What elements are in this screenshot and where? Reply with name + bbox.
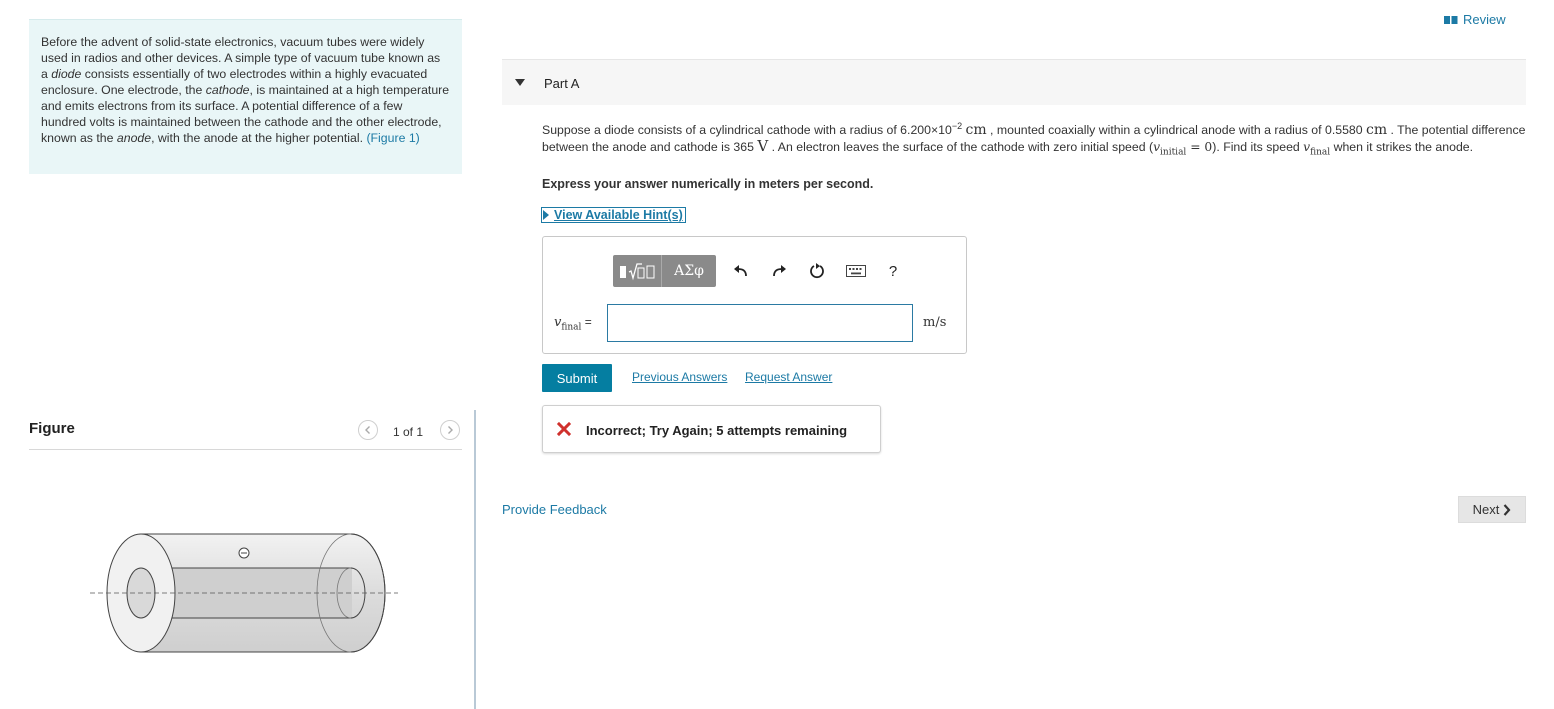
- book-icon: [1444, 15, 1458, 24]
- question-text: Suppose a diode consists of a cylindrica…: [542, 121, 1526, 158]
- reset-icon: [810, 263, 824, 279]
- chevron-right-icon: [1504, 503, 1511, 516]
- part-a-header[interactable]: Part A: [502, 59, 1526, 105]
- feedback-text: Incorrect; Try Again; 5 attempts remaini…: [586, 423, 848, 438]
- help-button[interactable]: ?: [883, 261, 903, 281]
- x-mark-icon: [557, 422, 571, 436]
- redo-icon: [773, 265, 786, 277]
- redo-button[interactable]: [769, 261, 789, 281]
- figure-link[interactable]: (Figure 1): [366, 131, 419, 145]
- previous-answers-link[interactable]: Previous Answers: [632, 370, 727, 384]
- answer-unit: m/s: [923, 315, 947, 330]
- view-hints-link[interactable]: View Available Hint(s): [541, 207, 686, 223]
- problem-intro: Before the advent of solid-state electro…: [29, 19, 462, 174]
- provide-feedback-link[interactable]: Provide Feedback: [502, 502, 607, 517]
- review-link[interactable]: Review: [1444, 12, 1506, 27]
- reset-button[interactable]: [807, 261, 827, 281]
- keyboard-button[interactable]: [845, 261, 867, 281]
- left-panel: Before the advent of solid-state electro…: [0, 0, 474, 709]
- chevron-right-icon: [448, 426, 453, 434]
- figure-title: Figure: [29, 420, 75, 437]
- templates-icon: [620, 263, 655, 281]
- request-answer-link[interactable]: Request Answer: [745, 370, 832, 384]
- answer-input[interactable]: [607, 304, 913, 342]
- figure-next-button[interactable]: [440, 420, 460, 440]
- answer-variable-label: vfinal =: [554, 315, 592, 333]
- submit-button[interactable]: Submit: [542, 364, 612, 392]
- greek-symbols-button[interactable]: ΑΣφ: [662, 255, 716, 287]
- figure-prev-button[interactable]: [358, 420, 378, 440]
- answer-box: ΑΣφ ? vfinal = m/s: [542, 236, 967, 354]
- undo-icon: [734, 265, 747, 277]
- diode-figure: [90, 533, 398, 653]
- math-toolbar: ΑΣφ: [613, 255, 716, 287]
- chevron-left-icon: [365, 426, 370, 434]
- figure-header: Figure 1 of 1: [29, 412, 462, 450]
- panel-divider: [474, 410, 476, 709]
- next-button[interactable]: Next: [1458, 496, 1526, 523]
- caret-right-icon: [543, 210, 549, 220]
- figure-pager-count: 1 of 1: [393, 425, 424, 439]
- caret-down-icon: [515, 79, 525, 86]
- part-label: Part A: [544, 76, 580, 91]
- undo-button[interactable]: [731, 261, 751, 281]
- answer-instruction: Express your answer numerically in meter…: [542, 177, 874, 191]
- feedback-message: Incorrect; Try Again; 5 attempts remaini…: [542, 405, 881, 453]
- templates-button[interactable]: [613, 255, 662, 287]
- keyboard-icon: [846, 265, 866, 277]
